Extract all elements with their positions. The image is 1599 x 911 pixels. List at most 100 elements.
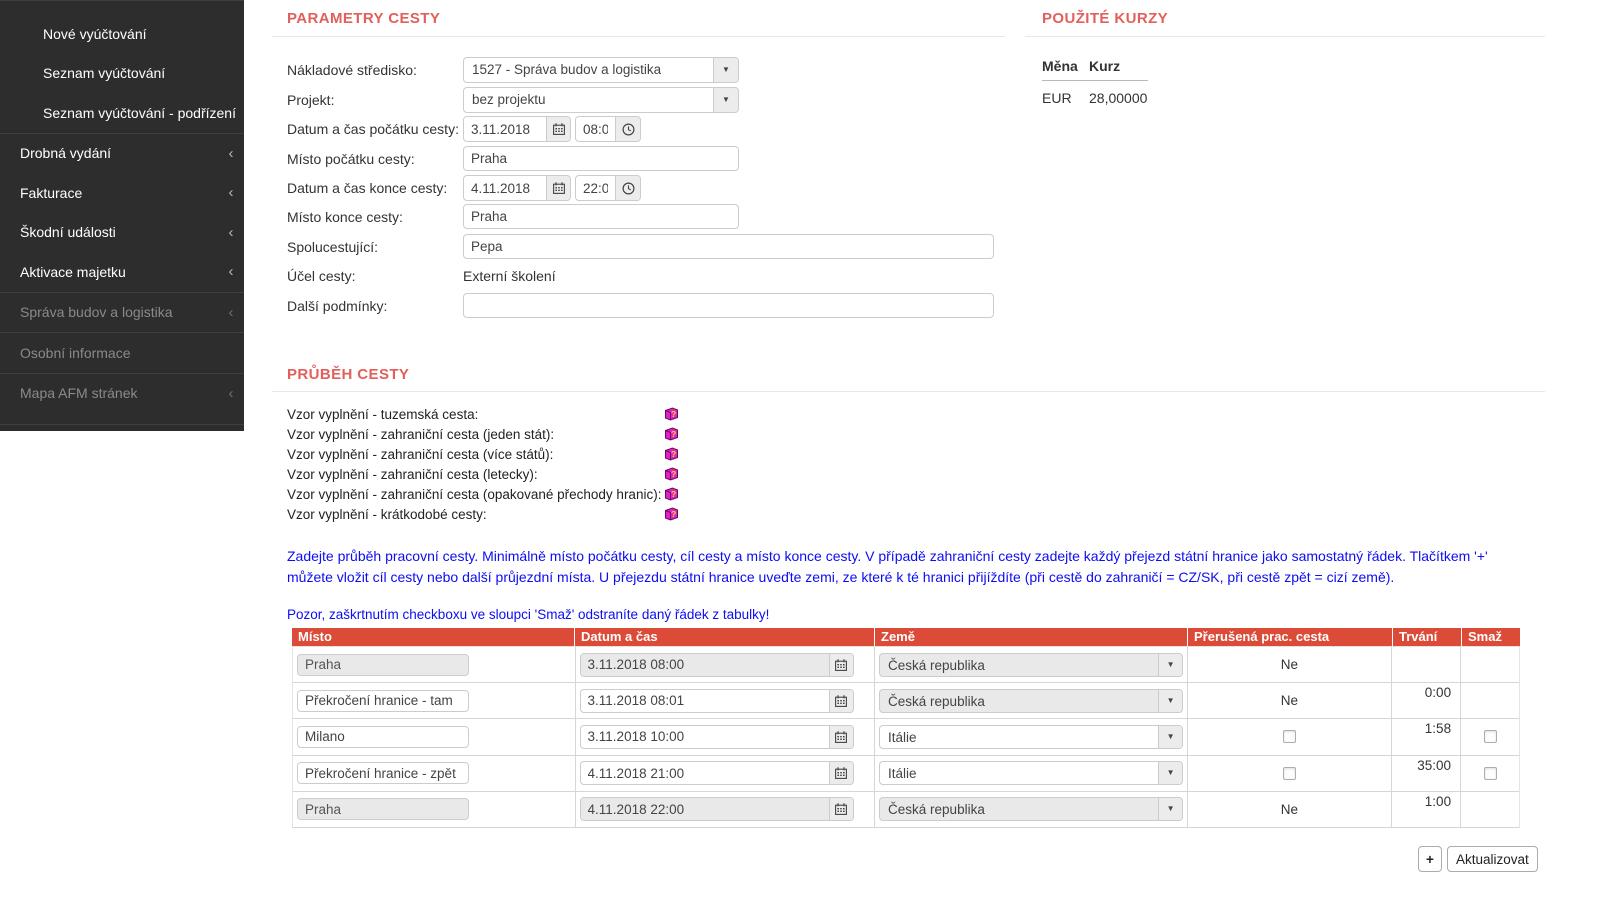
table-row: Itálie ▼ 35:00: [293, 756, 1519, 792]
country-select[interactable]: Česká republika ▼: [879, 797, 1183, 821]
sidebar-item-sprava-budov[interactable]: Správa budov a logistika ‹: [0, 293, 244, 333]
interrupted-trip-value: Ne: [1281, 802, 1298, 817]
dropdown-button[interactable]: ▼: [713, 58, 738, 82]
calendar-button[interactable]: [546, 117, 570, 141]
trip-start-time-group: [575, 116, 641, 142]
clock-button[interactable]: [615, 117, 640, 141]
column-header-smaz: Smaž: [1462, 628, 1520, 646]
sidebar-item-label: Drobná vydání: [20, 145, 218, 161]
sidebar-item-skodni-udalosti[interactable]: Škodní události ‹: [0, 213, 244, 253]
vzor-list: Vzor vyplnění - tuzemská cesta: ? Vzor v…: [287, 404, 679, 524]
help-book-link[interactable]: ?: [664, 427, 679, 441]
kurzy-header-mena: Měna: [1042, 58, 1078, 74]
sidebar-item-mapa-afm[interactable]: Mapa AFM stránek ‹: [0, 374, 244, 414]
column-header-datum: Datum a čas: [575, 628, 875, 646]
datetime-input[interactable]: [581, 654, 829, 676]
datetime-input[interactable]: [581, 798, 829, 820]
dropdown-button[interactable]: ▼: [1158, 654, 1182, 676]
country-select[interactable]: Česká republika ▼: [879, 653, 1183, 677]
country-selected-value: Itálie: [880, 726, 1158, 748]
section-title-parametry-cesty: PARAMETRY CESTY: [287, 10, 440, 27]
book-help-icon: ?: [664, 427, 679, 441]
update-button[interactable]: Aktualizovat: [1447, 846, 1538, 872]
project-select[interactable]: bez projektu ▼: [463, 87, 739, 113]
vzor-row-kratkodobe: Vzor vyplnění - krátkodobé cesty: ?: [287, 504, 679, 524]
delete-row-checkbox[interactable]: [1484, 767, 1497, 780]
place-input[interactable]: [297, 690, 469, 712]
dropdown-button[interactable]: ▼: [713, 88, 738, 112]
svg-text:?: ?: [671, 509, 676, 519]
vzor-label: Vzor vyplnění - tuzemská cesta:: [287, 407, 664, 422]
country-select[interactable]: Itálie ▼: [879, 725, 1183, 749]
interrupted-trip-checkbox[interactable]: [1283, 730, 1296, 743]
column-header-prerusena: Přerušená prac. cesta: [1188, 628, 1393, 646]
trip-end-date-input[interactable]: [464, 176, 546, 200]
place-input[interactable]: [297, 654, 469, 676]
help-book-link[interactable]: ?: [664, 407, 679, 421]
datetime-input[interactable]: [581, 762, 829, 784]
place-input[interactable]: [297, 726, 469, 748]
help-book-link[interactable]: ?: [664, 447, 679, 461]
sidebar-item-label: Aktivace majetku: [20, 264, 218, 280]
help-book-link[interactable]: ?: [664, 507, 679, 521]
interrupted-trip-checkbox[interactable]: [1283, 767, 1296, 780]
field-label-misto-konce: Místo konce cesty:: [287, 209, 403, 225]
delete-row-checkbox[interactable]: [1484, 730, 1497, 743]
vzor-label: Vzor vyplnění - zahraniční cesta (opakov…: [287, 487, 664, 502]
book-help-icon: ?: [664, 487, 679, 501]
svg-text:?: ?: [671, 449, 676, 459]
calendar-button[interactable]: [829, 654, 853, 676]
calendar-button[interactable]: [829, 762, 853, 784]
dropdown-button[interactable]: ▼: [1158, 690, 1182, 712]
calendar-button[interactable]: [546, 176, 570, 200]
country-select[interactable]: Česká republika ▼: [879, 689, 1183, 713]
dropdown-button[interactable]: ▼: [1158, 762, 1182, 784]
calendar-icon: [835, 767, 847, 779]
vzor-row-tuzemska: Vzor vyplnění - tuzemská cesta: ?: [287, 404, 679, 424]
add-row-button[interactable]: +: [1418, 846, 1442, 872]
field-label-misto-pocatku: Místo počátku cesty:: [287, 151, 415, 167]
place-input[interactable]: [297, 798, 469, 820]
sidebar-item-fakturace[interactable]: Fakturace ‹: [0, 173, 244, 213]
datetime-input[interactable]: [581, 726, 829, 748]
calendar-button[interactable]: [829, 726, 853, 748]
calendar-icon: [835, 803, 847, 815]
trip-start-date-input[interactable]: [464, 117, 546, 141]
calendar-button[interactable]: [829, 690, 853, 712]
help-book-link[interactable]: ?: [664, 487, 679, 501]
calendar-button[interactable]: [829, 798, 853, 820]
warning-text: Pozor, zaškrtnutím checkboxu ve sloupci …: [287, 607, 769, 622]
trip-end-place-input[interactable]: [463, 204, 739, 229]
datetime-group: [580, 689, 854, 713]
other-conditions-input[interactable]: [463, 293, 994, 318]
sidebar-item-nove-vyuctovani[interactable]: Nové vyúčtování: [0, 14, 244, 54]
trip-start-place-input[interactable]: [463, 146, 739, 171]
sidebar-item-osobni-informace[interactable]: Osobní informace: [0, 333, 244, 373]
datetime-input[interactable]: [581, 690, 829, 712]
project-selected-value: bez projektu: [464, 88, 713, 112]
field-label-dalsi-podminky: Další podmínky:: [287, 298, 387, 314]
sidebar-item-aktivace-majetku[interactable]: Aktivace majetku ‹: [0, 252, 244, 292]
dropdown-button[interactable]: ▼: [1158, 798, 1182, 820]
chevron-down-icon: ▼: [1167, 769, 1175, 777]
svg-text:?: ?: [671, 469, 676, 479]
country-select[interactable]: Itálie ▼: [879, 761, 1183, 785]
sidebar-item-drobna-vydani[interactable]: Drobná vydání ‹: [0, 134, 244, 174]
sidebar-item-seznam-vyuctovani[interactable]: Seznam vyúčtování: [0, 54, 244, 94]
calendar-icon: [553, 182, 565, 194]
trip-end-time-input[interactable]: [576, 176, 615, 200]
interrupted-trip-value: Ne: [1281, 693, 1298, 708]
place-input[interactable]: [297, 762, 469, 784]
calendar-icon: [835, 659, 847, 671]
co-travelers-input[interactable]: [463, 234, 994, 259]
trip-start-time-input[interactable]: [576, 117, 615, 141]
sidebar-item-seznam-vyuctovani-podrizeni[interactable]: Seznam vyúčtování - podřízení: [0, 93, 244, 133]
dropdown-button[interactable]: ▼: [1158, 726, 1182, 748]
help-book-link[interactable]: ?: [664, 467, 679, 481]
kurzy-header-kurz: Kurz: [1089, 58, 1120, 74]
datetime-group: [580, 725, 854, 749]
clock-button[interactable]: [615, 176, 640, 200]
chevron-collapsed-icon: ‹: [218, 304, 244, 321]
cost-center-select[interactable]: 1527 - Správa budov a logistika ▼: [463, 57, 739, 83]
calendar-icon: [553, 123, 565, 135]
